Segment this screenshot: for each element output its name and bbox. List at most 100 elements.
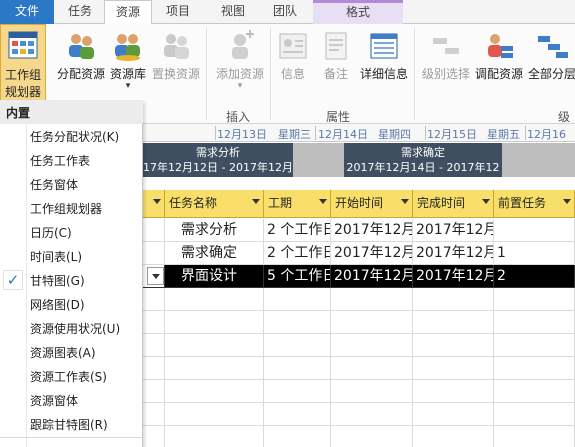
duration-cell[interactable]: 5 个工作日 (264, 265, 331, 288)
predecessor-cell[interactable] (494, 311, 575, 334)
column-header-mode[interactable] (143, 190, 165, 218)
menu-item[interactable]: 任务分配状况(K) (0, 124, 143, 148)
predecessor-cell[interactable]: 1 (494, 242, 575, 265)
menu-item[interactable]: 日历(C) (0, 220, 143, 244)
start-cell[interactable] (331, 380, 413, 403)
start-cell[interactable] (331, 426, 413, 447)
finish-cell[interactable]: 2017年12月 (413, 219, 494, 242)
tab-project[interactable]: 项目 (155, 0, 201, 24)
menu-item[interactable]: 任务窗体 (0, 172, 143, 196)
tab-format[interactable]: 格式 (313, 3, 403, 24)
predecessor-cell[interactable] (494, 288, 575, 311)
mode-cell[interactable] (143, 311, 165, 334)
mode-cell[interactable] (143, 380, 165, 403)
level-all-button[interactable]: 全部分层 (526, 30, 575, 82)
start-cell[interactable] (331, 357, 413, 380)
column-header-task-name[interactable]: 任务名称 (165, 190, 264, 218)
menu-item[interactable]: 资源窗体 (0, 388, 143, 412)
start-cell[interactable] (331, 311, 413, 334)
tab-team[interactable]: 团队 (262, 0, 308, 24)
duration-cell[interactable] (264, 380, 331, 403)
mode-cell[interactable] (143, 357, 165, 380)
duration-cell[interactable] (264, 334, 331, 357)
predecessor-cell[interactable] (494, 426, 575, 447)
timeline-task-bar[interactable]: 需求分析 17年12月12日 - 2017年12月 (143, 143, 293, 177)
column-header-duration[interactable]: 工期 (264, 190, 331, 218)
table-row[interactable]: 需求分析 2 个工作日 2017年12月 2017年12月 (143, 219, 575, 242)
mode-cell[interactable] (143, 403, 165, 426)
column-header-predecessors[interactable]: 前置任务 (494, 190, 575, 218)
mode-cell[interactable] (143, 265, 165, 288)
task-name-cell[interactable] (165, 311, 264, 334)
finish-cell[interactable] (413, 311, 494, 334)
predecessor-cell[interactable] (494, 357, 575, 380)
task-name-cell[interactable] (165, 288, 264, 311)
start-cell[interactable] (331, 288, 413, 311)
task-name-cell[interactable]: 需求分析 (165, 219, 264, 242)
tab-resource[interactable]: 资源 (104, 0, 152, 25)
table-row-empty[interactable] (143, 403, 575, 426)
menu-item[interactable]: 资源使用状况(U) (0, 316, 143, 340)
finish-cell[interactable] (413, 334, 494, 357)
predecessor-cell[interactable] (494, 380, 575, 403)
mode-cell[interactable] (143, 242, 165, 265)
task-name-cell[interactable]: 界面设计 (165, 265, 264, 288)
predecessor-cell[interactable]: 2 (494, 265, 575, 288)
predecessor-cell[interactable] (494, 219, 575, 242)
menu-item[interactable]: 资源图表(A) (0, 340, 143, 364)
start-cell[interactable]: 2017年12月 (331, 242, 413, 265)
timeline-task-bar[interactable]: 需求确定 2017年12月14日 - 2017年12月 (344, 143, 502, 189)
table-row-empty[interactable] (143, 334, 575, 357)
duration-cell[interactable]: 2 个工作日 (264, 242, 331, 265)
task-name-cell[interactable] (165, 357, 264, 380)
tab-task[interactable]: 任务 (57, 0, 103, 24)
table-row-empty[interactable] (143, 357, 575, 380)
resource-pool-button[interactable]: 资源库 ▾ (108, 30, 148, 91)
task-name-cell[interactable] (165, 403, 264, 426)
column-header-finish[interactable]: 完成时间 (413, 190, 494, 218)
task-name-cell[interactable] (165, 426, 264, 447)
tab-view[interactable]: 视图 (210, 0, 256, 24)
table-row-selected[interactable]: 界面设计 5 个工作日 2017年12月 2017年12月 2 (143, 265, 575, 288)
menu-item[interactable]: 跟踪甘特图(R) (0, 412, 143, 436)
start-cell[interactable] (331, 334, 413, 357)
start-cell[interactable] (331, 403, 413, 426)
mode-cell[interactable] (143, 288, 165, 311)
mode-cell[interactable] (143, 219, 165, 242)
task-name-cell[interactable] (165, 380, 264, 403)
table-row-empty[interactable] (143, 426, 575, 447)
finish-cell[interactable] (413, 380, 494, 403)
menu-item[interactable]: 资源工作表(S) (0, 364, 143, 388)
notes-button[interactable]: 备注 (318, 30, 354, 82)
finish-cell[interactable] (413, 288, 494, 311)
details-button[interactable]: 详细信息 (358, 30, 410, 82)
task-name-cell[interactable]: 需求确定 (165, 242, 264, 265)
predecessor-cell[interactable] (494, 403, 575, 426)
table-row-empty[interactable] (143, 311, 575, 334)
finish-cell[interactable] (413, 403, 494, 426)
assign-resources-button[interactable]: 分配资源 (56, 30, 106, 82)
duration-cell[interactable] (264, 426, 331, 447)
table-row-empty[interactable] (143, 288, 575, 311)
level-selection-button[interactable]: 级别选择 (420, 30, 472, 82)
add-resource-button[interactable]: 添加资源 ▾ (212, 30, 268, 91)
duration-cell[interactable]: 2 个工作日 (264, 219, 331, 242)
duration-cell[interactable] (264, 288, 331, 311)
info-button[interactable]: 信息 (276, 30, 310, 82)
predecessor-cell[interactable] (494, 334, 575, 357)
menu-item[interactable]: 网络图(D) (0, 292, 143, 316)
finish-cell[interactable]: 2017年12月 (413, 242, 494, 265)
finish-cell[interactable]: 2017年12月 (413, 265, 494, 288)
mode-dropdown[interactable] (147, 267, 164, 285)
finish-cell[interactable] (413, 357, 494, 380)
replace-resource-button[interactable]: 置换资源 (150, 30, 202, 82)
duration-cell[interactable] (264, 403, 331, 426)
menu-item[interactable]: 任务工作表 (0, 148, 143, 172)
tab-file[interactable]: 文件 (0, 0, 54, 24)
start-cell[interactable]: 2017年12月 (331, 265, 413, 288)
duration-cell[interactable] (264, 311, 331, 334)
duration-cell[interactable] (264, 357, 331, 380)
start-cell[interactable]: 2017年12月 (331, 219, 413, 242)
task-name-cell[interactable] (165, 334, 264, 357)
mode-cell[interactable] (143, 334, 165, 357)
